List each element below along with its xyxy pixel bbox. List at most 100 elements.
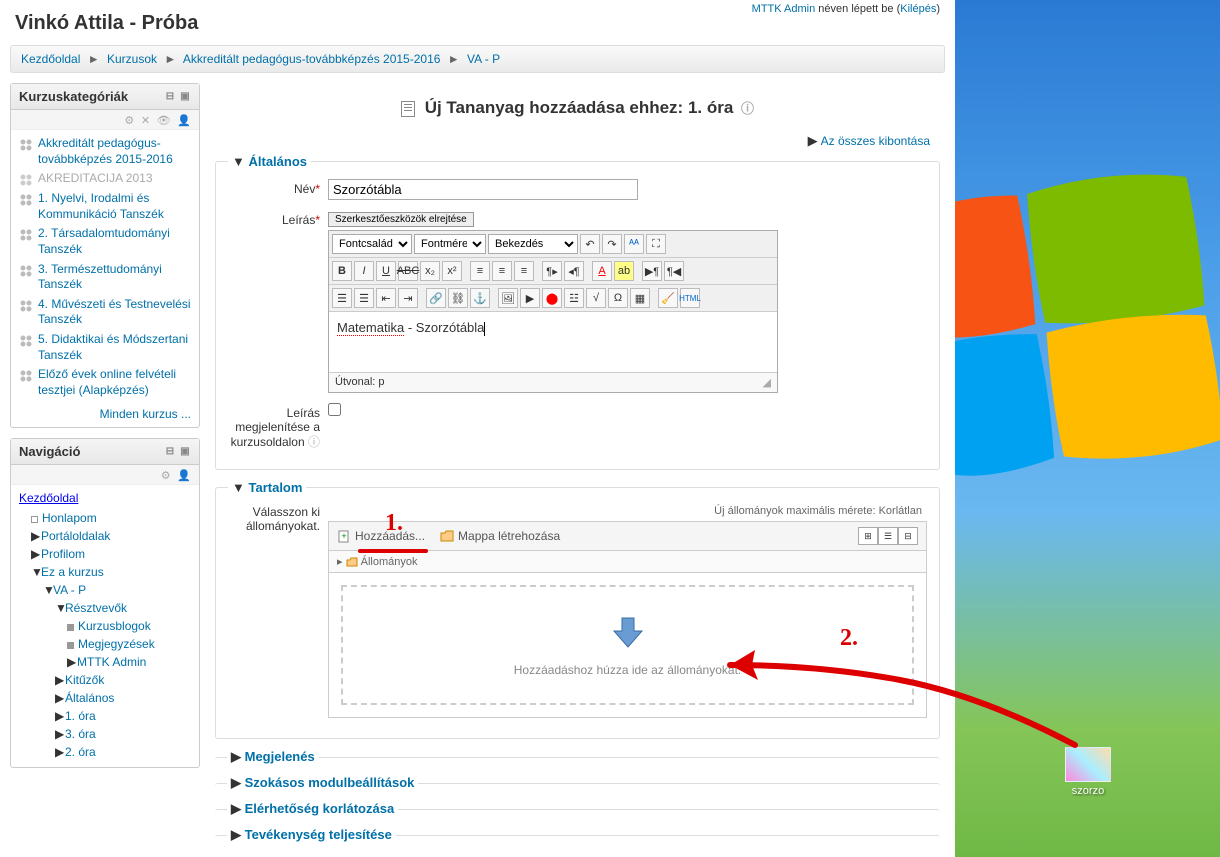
add-file-button[interactable]: + Hozzáadás... xyxy=(337,529,425,543)
nav-item[interactable]: ▶2. óra xyxy=(19,743,191,761)
gear-icon[interactable]: ⚙ xyxy=(124,115,134,127)
view-tree-icon[interactable]: ⊟ xyxy=(898,527,918,545)
category-item[interactable]: 5. Didaktikai és Módszertani Tanszék xyxy=(19,332,191,363)
legend-completion[interactable]: ▶ Tevékenység teljesítése xyxy=(227,827,396,843)
dock-icon[interactable]: ▣ xyxy=(179,91,191,103)
delete-icon[interactable]: ✕ xyxy=(141,115,150,127)
nav-item[interactable]: ▶Általános xyxy=(19,689,191,707)
breadcrumb-category[interactable]: Akkreditált pedagógus-továbbképzés 2015-… xyxy=(183,52,441,66)
eye-icon[interactable]: 👁 xyxy=(157,115,171,127)
editor-content[interactable]: Matematika - Szorzótábla xyxy=(329,312,777,372)
help-icon[interactable]: ⓘ xyxy=(741,101,754,116)
legend-content[interactable]: ▼ Tartalom xyxy=(228,480,306,495)
legend-appearance[interactable]: ▶ Megjelenés xyxy=(227,749,319,765)
subscript-icon[interactable]: x₂ xyxy=(420,261,440,281)
category-item[interactable]: AKREDITACIJA 2013 xyxy=(19,171,191,187)
user-link[interactable]: MTTK Admin xyxy=(752,3,816,15)
forecolor-icon[interactable]: A xyxy=(592,261,612,281)
nav-item[interactable]: Kurzusblogok xyxy=(19,617,191,635)
backcolor-icon[interactable]: ab xyxy=(614,261,634,281)
html-icon[interactable]: HTML xyxy=(680,288,700,308)
italic-icon[interactable]: I xyxy=(354,261,374,281)
view-icons-icon[interactable]: ⊞ xyxy=(858,527,878,545)
nav-item[interactable]: ▶MTTK Admin xyxy=(19,653,191,671)
record-icon[interactable]: ⬤ xyxy=(542,288,562,308)
rtl2-icon[interactable]: ¶◀ xyxy=(664,261,684,281)
superscript-icon[interactable]: x² xyxy=(442,261,462,281)
nav-item[interactable]: ▶Kitűzők xyxy=(19,671,191,689)
underline-icon[interactable]: U xyxy=(376,261,396,281)
category-item[interactable]: Előző évek online felvételi tesztjei (Al… xyxy=(19,367,191,398)
roles-icon[interactable]: 👤 xyxy=(177,115,191,127)
collapse-icon[interactable]: ⊟ xyxy=(164,91,176,103)
legend-general[interactable]: ▼ Általános xyxy=(228,154,311,169)
category-item[interactable]: 3. Természettudományi Tanszék xyxy=(19,262,191,293)
category-item[interactable]: Akkreditált pedagógus-továbbképzés 2015-… xyxy=(19,136,191,167)
bold-icon[interactable]: B xyxy=(332,261,352,281)
collapse-icon[interactable]: ⊟ xyxy=(164,446,176,458)
anchor-icon[interactable]: ⚓ xyxy=(470,288,490,308)
bullet-list-icon[interactable]: ☰ xyxy=(332,288,352,308)
create-folder-button[interactable]: Mappa létrehozása xyxy=(440,529,560,543)
clean-icon[interactable]: 🧹 xyxy=(658,288,678,308)
gear-icon[interactable]: ⚙ xyxy=(161,470,171,482)
roles-icon[interactable]: 👤 xyxy=(177,470,191,482)
unlink-icon[interactable]: ⛓ xyxy=(448,288,468,308)
align-left-icon[interactable]: ≡ xyxy=(470,261,490,281)
nav-root[interactable]: Kezdőoldal xyxy=(19,491,78,505)
legend-restrict[interactable]: ▶ Elérhetőség korlátozása xyxy=(227,801,398,817)
charmap-icon[interactable]: Ω xyxy=(608,288,628,308)
editor-toggle-button[interactable]: Szerkesztőeszközök elrejtése xyxy=(328,212,474,227)
breadcrumb-courses[interactable]: Kurzusok xyxy=(107,52,157,66)
desktop[interactable]: szorzo xyxy=(955,0,1220,857)
logout-link[interactable]: Kilépés xyxy=(900,3,936,15)
ltr-icon[interactable]: ¶▸ xyxy=(542,261,562,281)
nonbreaking-icon[interactable]: √ xyxy=(586,288,606,308)
align-right-icon[interactable]: ≡ xyxy=(514,261,534,281)
dock-icon[interactable]: ▣ xyxy=(179,446,191,458)
redo-icon[interactable]: ↷ xyxy=(602,234,622,254)
nav-item[interactable]: ▼Résztvevők xyxy=(19,599,191,617)
image-icon[interactable]: 🖼 xyxy=(498,288,518,308)
breadcrumb-course[interactable]: VA - P xyxy=(467,52,500,66)
nav-item[interactable]: ▶3. óra xyxy=(19,725,191,743)
nav-item[interactable]: ▶Portáloldalak xyxy=(19,527,191,545)
align-center-icon[interactable]: ≡ xyxy=(492,261,512,281)
category-item[interactable]: 4. Művészeti és Testnevelési Tanszék xyxy=(19,297,191,328)
number-list-icon[interactable]: ☰ xyxy=(354,288,374,308)
indent-icon[interactable]: ⇥ xyxy=(398,288,418,308)
editor-paragraph[interactable]: Bekezdés xyxy=(488,234,578,254)
outdent-icon[interactable]: ⇤ xyxy=(376,288,396,308)
expand-all-link[interactable]: Az összes kibontása xyxy=(821,134,930,148)
checkbox-display-desc[interactable] xyxy=(328,403,341,416)
table-icon[interactable]: ▦ xyxy=(630,288,650,308)
find-icon[interactable]: ᴬᴬ xyxy=(624,234,644,254)
link-icon[interactable]: 🔗 xyxy=(426,288,446,308)
category-item[interactable]: 2. Társadalomtudományi Tanszék xyxy=(19,226,191,257)
editor-font-family[interactable]: Fontcsalád xyxy=(332,234,412,254)
rtl-icon[interactable]: ◂¶ xyxy=(564,261,584,281)
editor-font-size[interactable]: Fontméret xyxy=(414,234,486,254)
nav-item[interactable]: ▶1. óra xyxy=(19,707,191,725)
nav-item[interactable]: Megjegyzések xyxy=(19,635,191,653)
desktop-file-szorzo[interactable]: szorzo xyxy=(1065,747,1111,797)
breadcrumb-home[interactable]: Kezdőoldal xyxy=(21,52,80,66)
resize-handle-icon[interactable]: ◢ xyxy=(763,376,771,389)
nav-item[interactable]: ▶Profilom xyxy=(19,545,191,563)
drop-area[interactable]: Hozzáadáshoz húzza ide az állományokat. xyxy=(341,585,914,705)
ltr2-icon[interactable]: ▶¶ xyxy=(642,261,662,281)
undo-icon[interactable]: ↶ xyxy=(580,234,600,254)
all-courses-link[interactable]: Minden kurzus ... xyxy=(100,407,191,421)
view-list-icon[interactable]: ☰ xyxy=(878,527,898,545)
media-icon[interactable]: ▶ xyxy=(520,288,540,308)
nav-item[interactable]: Honlapom xyxy=(19,509,191,527)
category-item[interactable]: 1. Nyelvi, Irodalmi és Kommunikáció Tans… xyxy=(19,191,191,222)
input-name[interactable] xyxy=(328,179,638,200)
fullscreen-icon[interactable]: ⛶ xyxy=(646,234,666,254)
help-icon[interactable]: ⓘ xyxy=(308,435,320,449)
nav-item[interactable]: ▼Ez a kurzus xyxy=(19,563,191,581)
legend-common[interactable]: ▶ Szokásos modulbeállítások xyxy=(227,775,418,791)
strike-icon[interactable]: ABC xyxy=(398,261,418,281)
manage-icon[interactable]: ☳ xyxy=(564,288,584,308)
nav-item[interactable]: ▼VA - P xyxy=(19,581,191,599)
